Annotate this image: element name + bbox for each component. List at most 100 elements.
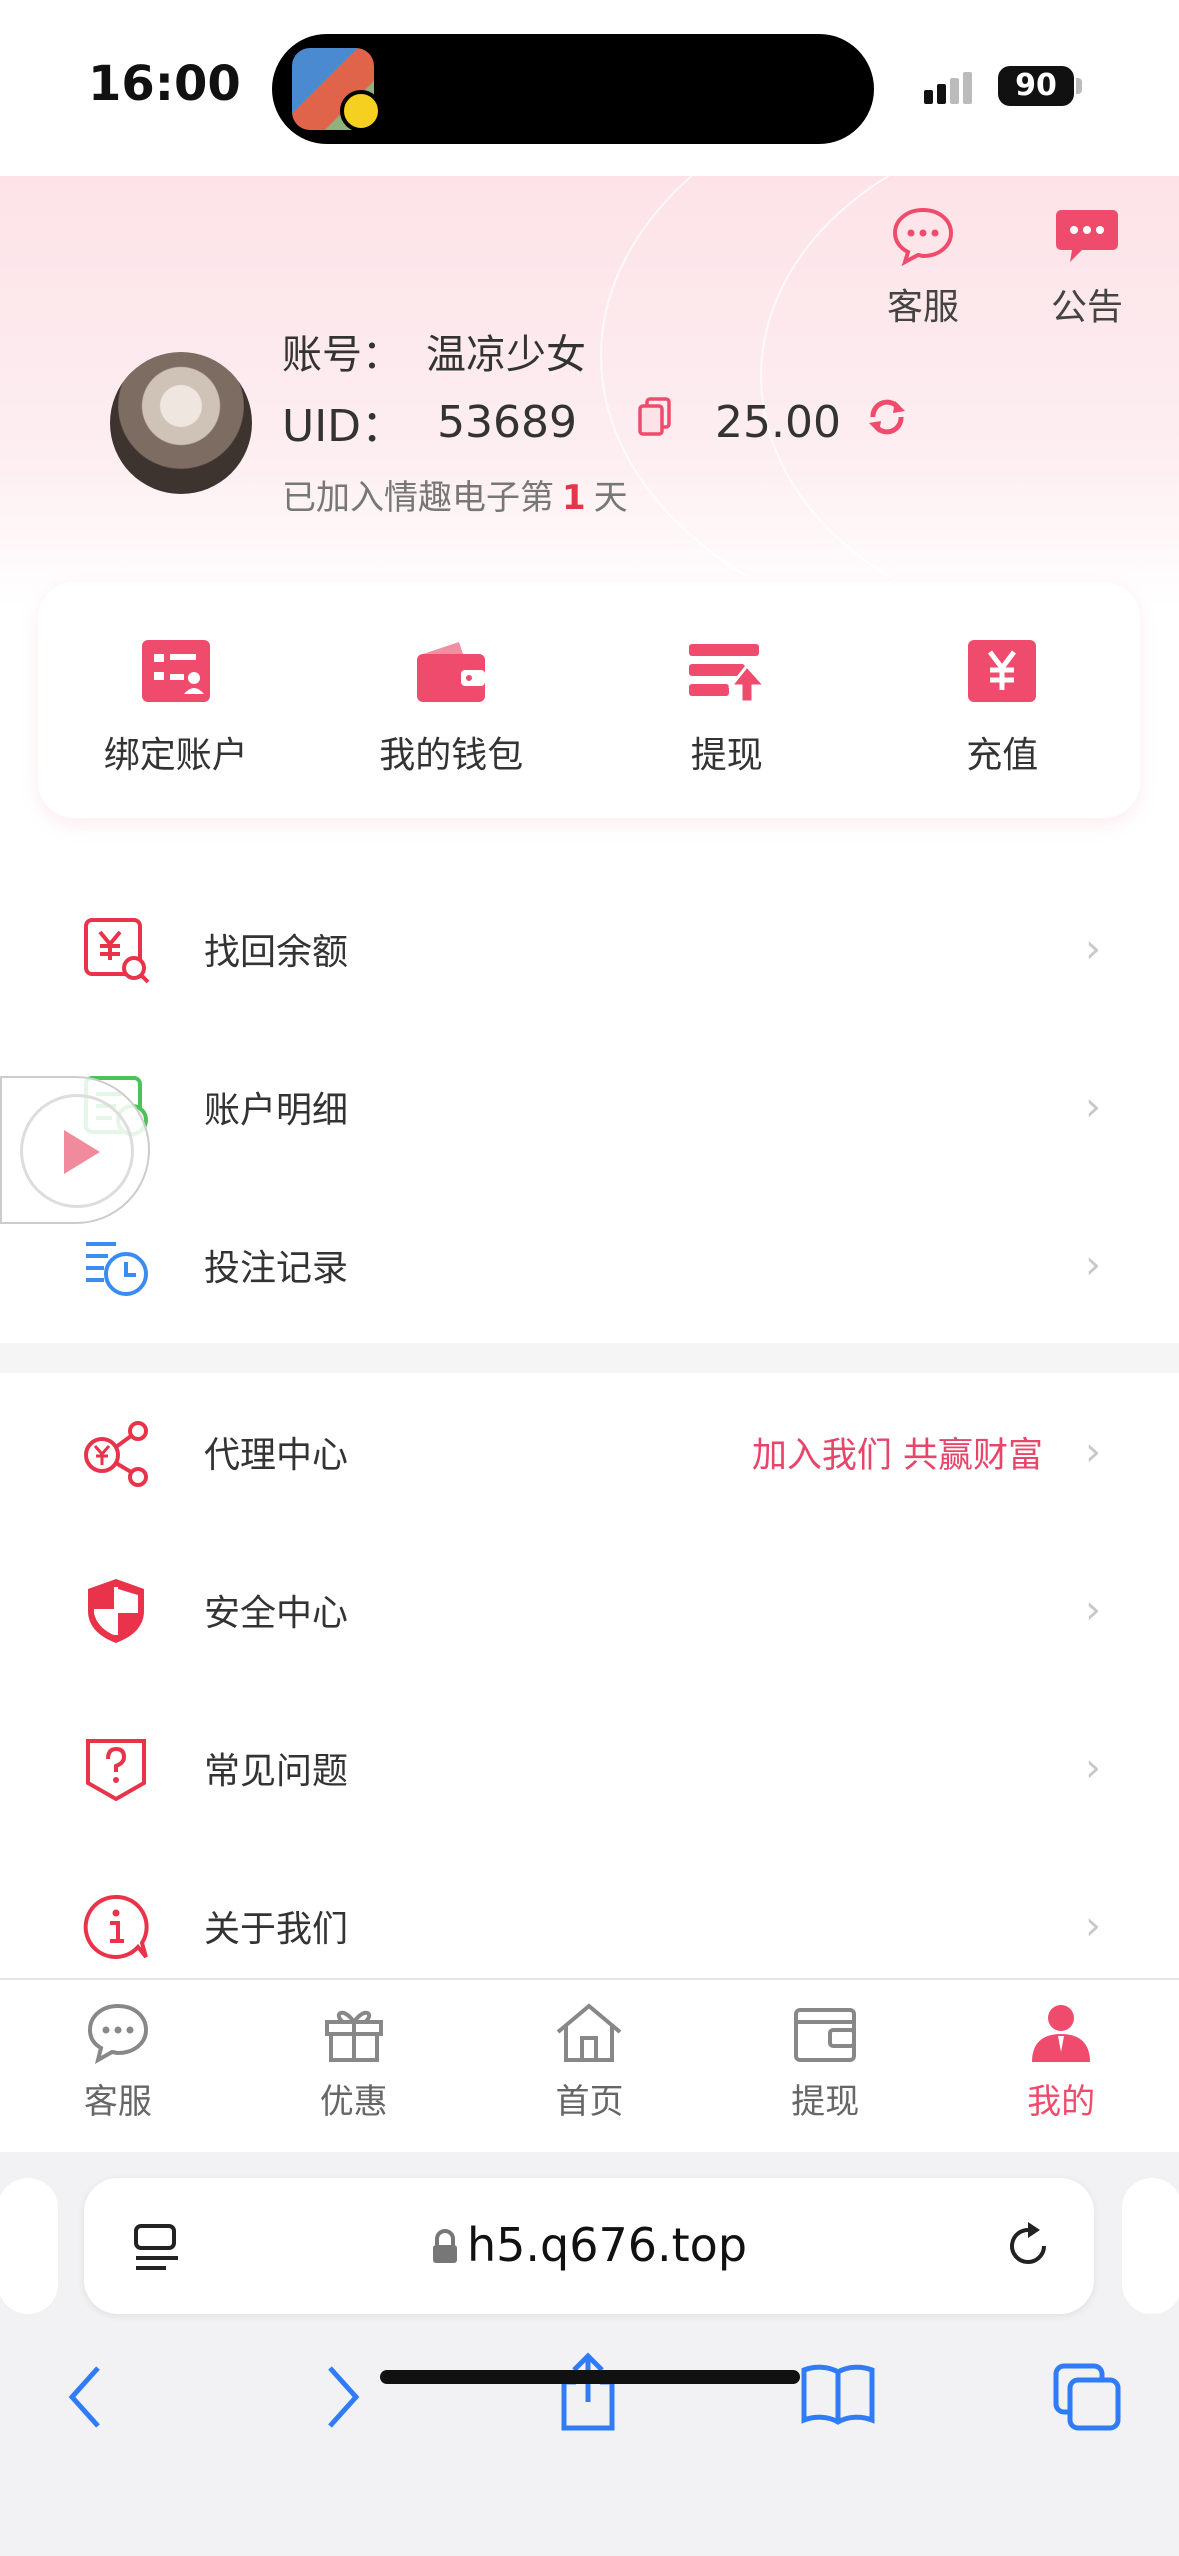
bind-account-icon bbox=[141, 640, 210, 702]
uid-value: 53689 bbox=[437, 396, 578, 448]
uid-row: UID： 53689 25.00 bbox=[282, 390, 909, 454]
menu-item-recover-balance[interactable]: 找回余额 › bbox=[0, 870, 1179, 1028]
menu-item-faq[interactable]: 常见问题 › bbox=[0, 1689, 1179, 1847]
balance-value: 25.00 bbox=[715, 396, 842, 448]
battery-tip bbox=[1076, 78, 1082, 94]
quick-actions-card: 绑定账户 我的钱包 提现 充值 bbox=[38, 582, 1140, 818]
chevron-right-icon: › bbox=[1085, 1242, 1101, 1288]
gift-icon bbox=[324, 2010, 383, 2062]
wallet-icon bbox=[417, 642, 486, 702]
quick-action-wallet[interactable]: 我的钱包 bbox=[314, 582, 590, 818]
chevron-right-icon: › bbox=[1085, 1084, 1101, 1130]
home-icon bbox=[557, 2003, 622, 2062]
service-button[interactable]: 客服 bbox=[868, 206, 978, 330]
tab-withdraw[interactable]: 提现 bbox=[707, 1980, 943, 2152]
agent-promo-text: 加入我们 共赢财富 bbox=[751, 1435, 1043, 1476]
notice-label: 公告 bbox=[1050, 287, 1123, 328]
copy-icon[interactable] bbox=[637, 396, 673, 448]
status-bar: 16:00 90 bbox=[0, 0, 1179, 176]
browser-toolbar bbox=[0, 2352, 1179, 2452]
refresh-balance-icon[interactable] bbox=[865, 395, 909, 450]
wallet-icon bbox=[794, 2008, 857, 2062]
notice-bubble-icon bbox=[1056, 210, 1118, 262]
service-label: 客服 bbox=[886, 287, 959, 328]
tabs-icon[interactable] bbox=[1052, 2362, 1122, 2432]
url-value: h5.q676.top bbox=[466, 2218, 748, 2272]
tab-label: 优惠 bbox=[319, 2082, 388, 2122]
account-label: 账号： bbox=[282, 332, 402, 378]
tab-promotions[interactable]: 优惠 bbox=[236, 1980, 472, 2152]
joined-suffix: 天 bbox=[593, 478, 628, 518]
menu-item-agent-center[interactable]: 代理中心 加入我们 共赢财富 › bbox=[0, 1373, 1179, 1531]
tab-label: 我的 bbox=[1027, 2082, 1096, 2122]
play-icon bbox=[64, 1130, 100, 1174]
withdraw-icon bbox=[688, 644, 769, 704]
tab-service[interactable]: 客服 bbox=[0, 1980, 236, 2152]
lock-icon bbox=[432, 2229, 457, 2263]
battery-icon: 90 bbox=[998, 66, 1074, 106]
question-icon bbox=[86, 1739, 146, 1802]
forward-icon[interactable] bbox=[320, 2362, 364, 2432]
url-text: h5.q676.top bbox=[84, 2218, 1094, 2272]
agent-share-icon bbox=[84, 1421, 148, 1487]
info-icon bbox=[83, 1894, 149, 1959]
chevron-right-icon: › bbox=[1085, 1745, 1101, 1791]
quick-action-label: 充值 bbox=[966, 735, 1039, 776]
menu-item-label: 常见问题 bbox=[204, 1751, 349, 1792]
chevron-right-icon: › bbox=[1085, 926, 1101, 972]
recover-balance-icon bbox=[84, 918, 150, 984]
quick-action-label: 提现 bbox=[690, 735, 763, 776]
joined-days-text: 已加入情趣电子第 1 天 bbox=[282, 470, 628, 519]
bet-record-icon bbox=[86, 1242, 148, 1296]
joined-days: 1 bbox=[562, 478, 586, 518]
avatar[interactable] bbox=[110, 352, 252, 494]
menu-item-label: 代理中心 bbox=[204, 1435, 349, 1476]
menu-group-2: 代理中心 加入我们 共赢财富 › 安全中心 › 常见问题 › 关于我们 › bbox=[0, 1373, 1179, 2005]
home-indicator[interactable] bbox=[380, 2370, 800, 2384]
notice-button[interactable]: 公告 bbox=[1032, 206, 1142, 330]
quick-action-withdraw[interactable]: 提现 bbox=[589, 582, 865, 818]
quick-action-recharge[interactable]: 充值 bbox=[865, 582, 1141, 818]
section-divider bbox=[0, 1343, 1179, 1375]
share-icon[interactable] bbox=[556, 2352, 620, 2432]
quick-action-label: 我的钱包 bbox=[379, 735, 524, 776]
dynamic-island[interactable] bbox=[272, 34, 874, 144]
menu-item-bet-record[interactable]: 投注记录 › bbox=[0, 1186, 1179, 1344]
reload-icon[interactable] bbox=[1002, 2220, 1054, 2272]
bottom-tab-bar: 客服 优惠 首页 提现 我的 bbox=[0, 1978, 1179, 2152]
browser-chrome: h5.q676.top bbox=[0, 2152, 1179, 2556]
tab-mine[interactable]: 我的 bbox=[943, 1980, 1179, 2152]
music-app-icon bbox=[340, 90, 382, 132]
menu-item-security-center[interactable]: 安全中心 › bbox=[0, 1531, 1179, 1689]
previous-tab-peek[interactable] bbox=[0, 2178, 58, 2314]
chevron-right-icon: › bbox=[1085, 1587, 1101, 1633]
chat-bubble-icon bbox=[892, 207, 954, 267]
menu-item-label: 关于我们 bbox=[204, 1909, 349, 1950]
recharge-icon bbox=[968, 640, 1037, 702]
profile-header: 客服 公告 账号： 温凉少女 UID： 53689 25.00 已加入情趣电子第… bbox=[0, 176, 1179, 606]
tab-label: 提现 bbox=[791, 2082, 860, 2122]
tab-label: 客服 bbox=[83, 2082, 152, 2122]
menu-item-label: 账户明细 bbox=[204, 1090, 349, 1131]
back-icon[interactable] bbox=[64, 2362, 108, 2432]
uid-label: UID： bbox=[282, 401, 406, 452]
cellular-signal-icon bbox=[924, 72, 976, 104]
menu-group-1: 找回余额 › 账户明细 › 投注记录 › bbox=[0, 870, 1179, 1344]
next-tab-peek[interactable] bbox=[1122, 2178, 1179, 2314]
bookmarks-icon[interactable] bbox=[800, 2362, 876, 2426]
status-time: 16:00 bbox=[88, 56, 241, 112]
tab-home[interactable]: 首页 bbox=[472, 1980, 708, 2152]
shield-icon bbox=[88, 1579, 144, 1643]
menu-item-label: 投注记录 bbox=[204, 1248, 349, 1289]
user-icon bbox=[1032, 2005, 1091, 2062]
chevron-right-icon: › bbox=[1085, 1903, 1101, 1949]
account-row: 账号： 温凉少女 bbox=[282, 322, 586, 380]
menu-item-label: 安全中心 bbox=[204, 1593, 349, 1634]
floating-play-button[interactable] bbox=[0, 1076, 150, 1224]
menu-item-account-details[interactable]: 账户明细 › bbox=[0, 1028, 1179, 1186]
quick-action-bind-account[interactable]: 绑定账户 bbox=[38, 582, 314, 818]
address-bar[interactable]: h5.q676.top bbox=[84, 2178, 1094, 2314]
joined-prefix: 已加入情趣电子第 bbox=[282, 478, 554, 518]
chevron-right-icon: › bbox=[1085, 1429, 1101, 1475]
quick-action-label: 绑定账户 bbox=[103, 735, 248, 776]
